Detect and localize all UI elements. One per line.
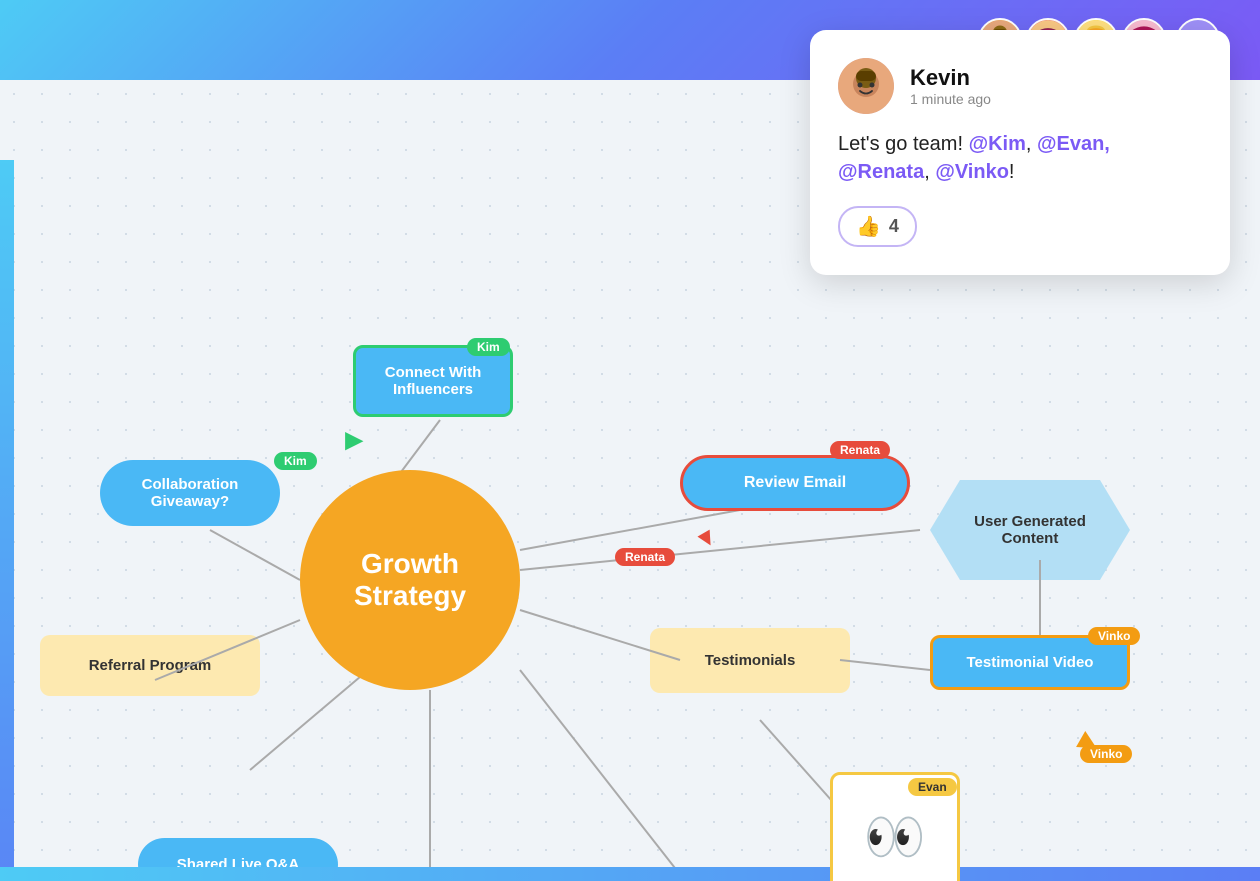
- comment-popup: Kevin 1 minute ago Let's go team! @Kim, …: [810, 30, 1230, 275]
- mention-kim[interactable]: @Kim: [969, 133, 1026, 155]
- comment-timestamp: 1 minute ago: [910, 91, 991, 107]
- bottom-border: [0, 867, 1260, 881]
- center-node[interactable]: Growth Strategy: [300, 470, 520, 690]
- green-arrow: ◀: [345, 428, 363, 457]
- mention-vinko[interactable]: @Vinko: [935, 161, 1009, 183]
- comment-author-name: Kevin: [910, 65, 991, 91]
- vinko-badge-video: Vinko: [1088, 627, 1140, 645]
- referral-node[interactable]: Referral Program: [40, 635, 260, 696]
- exclamation: !: [1009, 161, 1015, 183]
- evan-badge: Evan: [908, 778, 957, 796]
- vinko-badge-below: Vinko: [1080, 745, 1132, 763]
- renata-badge-below: Renata: [615, 548, 675, 566]
- user-generated-node[interactable]: User Generated Content: [930, 480, 1130, 580]
- like-button[interactable]: 👍 4: [838, 206, 917, 247]
- collaboration-node[interactable]: Collaboration Giveaway?: [100, 460, 280, 526]
- mention-renata[interactable]: @Renata: [838, 161, 924, 183]
- kim-badge-below: Kim: [274, 452, 317, 470]
- comment-header: Kevin 1 minute ago: [838, 58, 1202, 114]
- kim-badge-influencers: Kim: [467, 338, 510, 356]
- comment-text-prefix: Let's go team!: [838, 133, 969, 155]
- left-border: [0, 160, 14, 881]
- red-arrow: ▼: [690, 521, 725, 557]
- comment-body: Let's go team! @Kim, @Evan, @Renata, @Vi…: [838, 130, 1202, 186]
- eyes-emoji: 👀: [864, 812, 926, 862]
- comma1: ,: [1026, 133, 1037, 155]
- renata-badge-review: Renata: [830, 441, 890, 459]
- comma2: ,: [924, 161, 935, 183]
- testimonials-node[interactable]: Testimonials: [650, 628, 850, 693]
- mention-evan[interactable]: @Evan,: [1037, 133, 1110, 155]
- thumbs-up-icon: 👍: [856, 214, 881, 239]
- comment-author-avatar: [838, 58, 894, 114]
- like-count: 4: [889, 216, 899, 237]
- comment-author-info: Kevin 1 minute ago: [910, 65, 991, 107]
- review-email-node[interactable]: Review Email: [680, 455, 910, 511]
